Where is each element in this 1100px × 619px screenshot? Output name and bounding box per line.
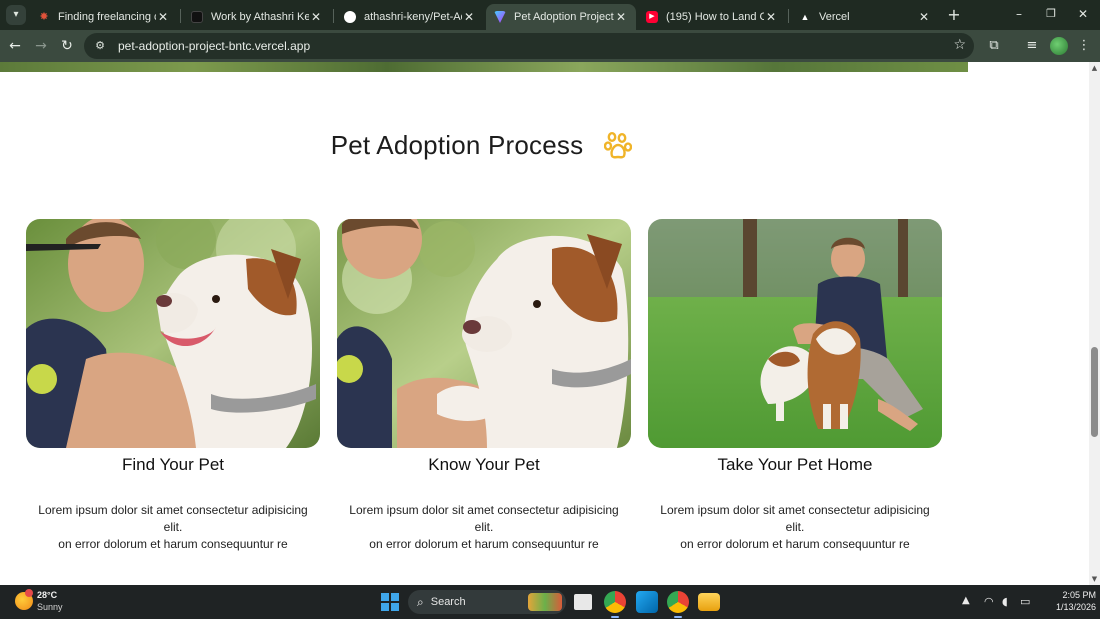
page-scrollbar[interactable]: ▲ ▼: [1089, 62, 1100, 585]
tab-pet-adoption-project[interactable]: Pet Adoption Project ✕: [486, 4, 636, 30]
task-view-icon[interactable]: [574, 594, 592, 610]
forward-arrow-icon[interactable]: →: [30, 35, 52, 57]
process-card-take-pet-home: Take Your Pet Home Lorem ipsum dolor sit…: [648, 219, 942, 553]
tab-youtube-video[interactable]: ▶ (195) How to Land Clients ✕: [638, 4, 786, 30]
chrome-profile-icon[interactable]: [667, 591, 689, 618]
card-title: Know Your Pet: [428, 455, 540, 474]
process-card-know-pet: Know Your Pet Lorem ipsum dolor sit amet…: [337, 219, 631, 553]
card-description: Lorem ipsum dolor sit amet consectetur a…: [337, 502, 631, 553]
card-description: Lorem ipsum dolor sit amet consectetur a…: [648, 502, 942, 553]
card-title: Find Your Pet: [121, 455, 225, 474]
boy-with-two-dogs-photo: [648, 219, 942, 448]
section-title-text: Pet Adoption Process: [330, 130, 584, 160]
url-text[interactable]: pet-adoption-project-bntc.vercel.app: [118, 39, 310, 53]
taskbar-search-box[interactable]: ⌕ Search: [408, 590, 566, 614]
weather-condition[interactable]: Sunny: [37, 602, 63, 612]
tab-vercel[interactable]: ▲ Vercel ✕: [791, 4, 939, 30]
sparkle-icon: ✸: [39, 11, 49, 23]
vite-icon: [494, 11, 506, 23]
close-icon[interactable]: ✕: [462, 10, 476, 24]
youtube-icon: ▶: [646, 11, 658, 23]
dark-square-icon: [191, 11, 203, 23]
scrollbar-thumb[interactable]: [1091, 347, 1098, 437]
windows-start-icon[interactable]: [381, 593, 399, 611]
windows-taskbar: 28°C Sunny ⌕ Search ▲ ◠ ◖ ▭ 2:05 PM 1/13…: [0, 585, 1100, 619]
page-viewport: Pet Adoption Process Find Your Pet Lorem…: [0, 62, 1089, 585]
close-icon[interactable]: ✕: [156, 10, 170, 24]
card-description-line: Lorem ipsum dolor sit amet consectetur a…: [660, 503, 930, 534]
card-description-line: on error dolorum et harum consequuntur r…: [680, 537, 910, 551]
restore-icon[interactable]: ❐: [1040, 4, 1062, 24]
tab-github-repo[interactable]: athashri-keny/Pet-Adoption ✕: [336, 4, 484, 30]
search-label: Search: [430, 596, 466, 608]
address-bar[interactable]: ⚙ pet-adoption-project-bntc.vercel.app ☆: [84, 33, 974, 59]
tab-title: (195) How to Land Clients: [666, 11, 764, 23]
tab-title: Vercel: [819, 11, 850, 23]
browser-tab-strip: ▾ ✸ Finding freelancing clients ✕ Work b…: [0, 0, 1100, 30]
card-description-line: Lorem ipsum dolor sit amet consectetur a…: [38, 503, 308, 534]
tab-work-by-athashri[interactable]: Work by Athashri Keny ✕: [183, 4, 331, 30]
card-title: Take Your Pet Home: [717, 455, 873, 474]
tab-finding-clients[interactable]: ✸ Finding freelancing clients ✕: [30, 4, 178, 30]
tab-search-menu-button[interactable]: ▾: [6, 5, 26, 25]
site-settings-icon[interactable]: ⚙: [92, 38, 108, 54]
card-description-line: Lorem ipsum dolor sit amet consectetur a…: [349, 503, 619, 534]
tab-title: Work by Athashri Keny: [211, 11, 309, 23]
clock-date[interactable]: 1/13/2026: [1040, 602, 1096, 612]
clock-time[interactable]: 2:05 PM: [1040, 590, 1096, 600]
close-icon[interactable]: ✕: [309, 10, 323, 24]
vercel-triangle-icon: ▲: [800, 12, 810, 22]
new-tab-button[interactable]: +: [944, 5, 964, 25]
chevron-up-icon[interactable]: ▲: [962, 595, 970, 606]
file-explorer-icon[interactable]: [698, 593, 720, 611]
hero-image-bottom-edge: [0, 62, 968, 72]
pitbull-giving-paw-photo: [337, 219, 631, 448]
tab-title: Finding freelancing clients: [58, 11, 156, 23]
battery-icon[interactable]: ▭: [1020, 595, 1030, 608]
volume-icon[interactable]: ◖: [1002, 595, 1008, 608]
close-icon[interactable]: ✕: [614, 10, 628, 24]
card-description-line: on error dolorum et harum consequuntur r…: [58, 537, 288, 551]
section-title: Pet Adoption Process: [0, 130, 968, 161]
close-icon[interactable]: ✕: [917, 10, 931, 24]
paw-print-icon: [604, 132, 632, 159]
tab-divider: [180, 9, 181, 23]
browser-toolbar: ← → ↻ ⚙ pet-adoption-project-bntc.vercel…: [0, 30, 1100, 62]
window-close-icon[interactable]: ✕: [1072, 4, 1094, 24]
reload-icon[interactable]: ↻: [56, 35, 78, 57]
scroll-down-arrow-icon[interactable]: ▼: [1089, 575, 1100, 583]
chrome-icon[interactable]: [604, 591, 626, 618]
tab-divider: [788, 9, 789, 23]
back-arrow-icon[interactable]: ←: [4, 35, 26, 57]
card-description: Lorem ipsum dolor sit amet consectetur a…: [26, 502, 320, 553]
card-description-line: on error dolorum et harum consequuntur r…: [369, 537, 599, 551]
scroll-up-arrow-icon[interactable]: ▲: [1089, 64, 1100, 72]
tab-title: Pet Adoption Project: [514, 11, 614, 23]
boy-with-pitbull-photo: [26, 219, 320, 448]
tab-divider: [333, 9, 334, 23]
extensions-puzzle-icon[interactable]: ⧉: [984, 36, 1004, 56]
reading-list-icon[interactable]: ≡: [1022, 36, 1042, 56]
search-highlight-art: [528, 593, 562, 611]
bookmark-star-icon[interactable]: ☆: [953, 37, 966, 53]
minimize-icon[interactable]: –: [1008, 4, 1030, 24]
vscode-icon[interactable]: [636, 591, 658, 613]
close-icon[interactable]: ✕: [764, 10, 778, 24]
weather-temperature[interactable]: 28°C: [37, 590, 57, 600]
notification-badge: [25, 589, 33, 597]
search-icon: ⌕: [417, 594, 424, 609]
tab-title: athashri-keny/Pet-Adoption: [364, 11, 462, 23]
process-card-find-pet: Find Your Pet Lorem ipsum dolor sit amet…: [26, 219, 320, 553]
more-menu-icon[interactable]: ⋮: [1074, 36, 1094, 56]
wifi-icon[interactable]: ◠: [984, 595, 994, 608]
profile-avatar[interactable]: [1050, 37, 1068, 55]
github-icon: [344, 11, 356, 23]
